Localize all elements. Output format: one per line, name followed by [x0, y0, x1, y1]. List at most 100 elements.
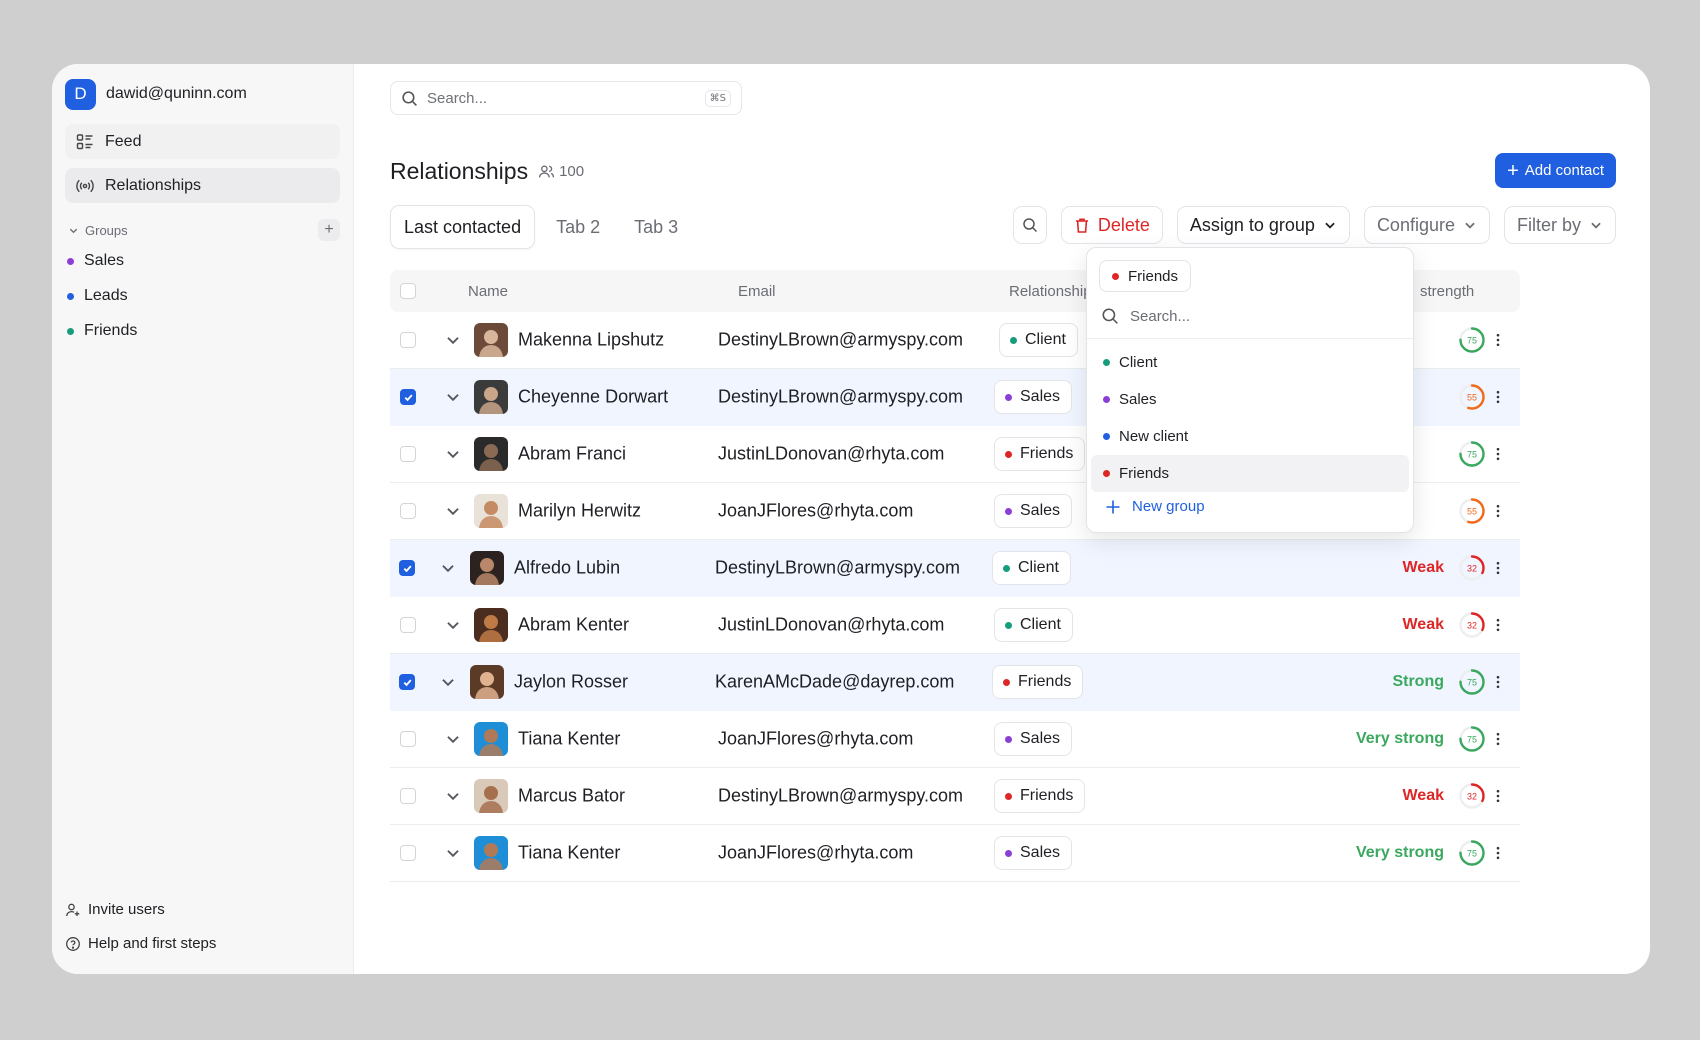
- table-row[interactable]: Jaylon Rosser KarenAMcDade@dayrep.com Fr…: [390, 654, 1520, 711]
- expand-row-icon[interactable]: [439, 673, 457, 691]
- table-row[interactable]: Tiana Kenter JoanJFlores@rhyta.com Sales…: [390, 825, 1520, 882]
- row-checkbox[interactable]: [400, 332, 416, 348]
- row-checkbox[interactable]: [400, 446, 416, 462]
- chevron-down-icon: [69, 228, 78, 233]
- column-header-relationship[interactable]: Relationship: [1009, 283, 1092, 300]
- users-icon: [538, 165, 555, 178]
- expand-row-icon[interactable]: [444, 445, 462, 463]
- contact-name[interactable]: Cheyenne Dorwart: [518, 387, 668, 408]
- more-options-icon[interactable]: [1490, 560, 1506, 576]
- row-checkbox[interactable]: [400, 731, 416, 747]
- account-switcher[interactable]: D dawid@quninn.com: [65, 78, 340, 110]
- relationship-badge[interactable]: Client: [992, 551, 1071, 585]
- contact-name[interactable]: Alfredo Lubin: [514, 558, 620, 579]
- help-link[interactable]: Help and first steps: [65, 935, 216, 952]
- contact-name[interactable]: Marilyn Herwitz: [518, 501, 641, 522]
- relationship-badge[interactable]: Client: [994, 608, 1073, 642]
- group-option-label: New client: [1119, 428, 1189, 445]
- table-search-button[interactable]: [1012, 206, 1047, 244]
- more-options-icon[interactable]: [1490, 788, 1506, 804]
- tab-2[interactable]: Tab 2: [543, 205, 613, 249]
- row-checkbox[interactable]: [399, 674, 415, 690]
- select-all-checkbox[interactable]: [400, 283, 416, 299]
- groups-toggle[interactable]: Groups: [68, 223, 128, 238]
- group-option-sales[interactable]: Sales: [1091, 381, 1409, 418]
- row-checkbox[interactable]: [400, 617, 416, 633]
- expand-row-icon[interactable]: [444, 388, 462, 406]
- more-options-icon[interactable]: [1490, 845, 1506, 861]
- sidebar-group-friends[interactable]: Friends: [67, 321, 340, 341]
- table-row[interactable]: Abram Kenter JustinLDonovan@rhyta.com Cl…: [390, 597, 1520, 654]
- more-options-icon[interactable]: [1490, 731, 1506, 747]
- contact-name[interactable]: Jaylon Rosser: [514, 672, 628, 693]
- contact-name[interactable]: Tiana Kenter: [518, 729, 620, 750]
- add-group-button[interactable]: +: [318, 219, 340, 241]
- table-row[interactable]: Marcus Bator DestinyLBrown@armyspy.com F…: [390, 768, 1520, 825]
- sidebar-group-sales[interactable]: Sales: [67, 251, 340, 271]
- sidebar-footer: Invite users Help and first steps: [65, 901, 216, 952]
- relationship-badge[interactable]: Client: [999, 323, 1078, 357]
- strength-gauge: 75: [1459, 327, 1485, 353]
- add-contact-button[interactable]: + Add contact: [1495, 153, 1616, 188]
- strength-gauge: 75: [1459, 726, 1485, 752]
- more-options-icon[interactable]: [1490, 617, 1506, 633]
- contact-name[interactable]: Marcus Bator: [518, 786, 625, 807]
- row-checkbox[interactable]: [400, 503, 416, 519]
- more-options-icon[interactable]: [1490, 503, 1506, 519]
- relationship-badge[interactable]: Friends: [994, 779, 1086, 813]
- assign-to-group-button[interactable]: Assign to group: [1176, 206, 1350, 244]
- global-search[interactable]: Search... ⌘S: [390, 81, 742, 115]
- expand-row-icon[interactable]: [444, 502, 462, 520]
- group-label: Friends: [84, 322, 138, 339]
- column-header-name[interactable]: Name: [468, 283, 508, 300]
- expand-row-icon[interactable]: [444, 616, 462, 634]
- row-checkbox[interactable]: [400, 389, 416, 405]
- expand-row-icon[interactable]: [444, 844, 462, 862]
- group-option-new-client[interactable]: New client: [1091, 418, 1409, 455]
- expand-row-icon[interactable]: [439, 559, 457, 577]
- search-input[interactable]: Search...: [427, 90, 696, 107]
- sidebar-item-relationships[interactable]: Relationships: [65, 168, 340, 203]
- group-color-dot: [1005, 792, 1012, 800]
- relationship-badge[interactable]: Sales: [994, 722, 1073, 756]
- expand-row-icon[interactable]: [444, 730, 462, 748]
- contact-name[interactable]: Abram Franci: [518, 444, 626, 465]
- delete-button[interactable]: Delete: [1060, 206, 1163, 244]
- expand-row-icon[interactable]: [444, 331, 462, 349]
- relationship-badge[interactable]: Friends: [994, 437, 1086, 471]
- invite-users-link[interactable]: Invite users: [65, 901, 216, 918]
- configure-button[interactable]: Configure: [1363, 206, 1490, 244]
- more-options-icon[interactable]: [1490, 674, 1506, 690]
- table-row[interactable]: Alfredo Lubin DestinyLBrown@armyspy.com …: [390, 540, 1520, 597]
- row-checkbox[interactable]: [400, 788, 416, 804]
- column-header-strength[interactable]: strength: [1420, 283, 1474, 300]
- expand-row-icon[interactable]: [444, 787, 462, 805]
- avatar: [474, 779, 508, 813]
- tab-3[interactable]: Tab 3: [621, 205, 691, 249]
- sidebar-item-feed[interactable]: Feed: [65, 124, 340, 159]
- relationship-badge[interactable]: Sales: [994, 380, 1073, 414]
- contact-name[interactable]: Abram Kenter: [518, 615, 629, 636]
- relationship-badge[interactable]: Sales: [994, 836, 1073, 870]
- relationship-badge[interactable]: Friends: [992, 665, 1084, 699]
- new-group-button[interactable]: New group: [1105, 498, 1205, 515]
- table-row[interactable]: Tiana Kenter JoanJFlores@rhyta.com Sales…: [390, 711, 1520, 768]
- footer-item-label: Invite users: [88, 901, 165, 918]
- group-option-friends[interactable]: Friends: [1091, 455, 1409, 492]
- sidebar-group-leads[interactable]: Leads: [67, 286, 340, 306]
- tab-last-contacted[interactable]: Last contacted: [390, 205, 536, 249]
- sidebar: D dawid@quninn.com Feed Relationships Gr…: [52, 64, 354, 974]
- more-options-icon[interactable]: [1490, 446, 1506, 462]
- group-search-input[interactable]: Search...: [1101, 304, 1401, 328]
- contact-name[interactable]: Tiana Kenter: [518, 843, 620, 864]
- more-options-icon[interactable]: [1490, 389, 1506, 405]
- group-option-client[interactable]: Client: [1091, 344, 1409, 381]
- selected-group-chip[interactable]: Friends: [1099, 260, 1192, 292]
- column-header-email[interactable]: Email: [738, 283, 776, 300]
- more-options-icon[interactable]: [1490, 332, 1506, 348]
- filter-by-button[interactable]: Filter by: [1503, 206, 1616, 244]
- row-checkbox[interactable]: [399, 560, 415, 576]
- relationship-badge[interactable]: Sales: [994, 494, 1073, 528]
- row-checkbox[interactable]: [400, 845, 416, 861]
- contact-name[interactable]: Makenna Lipshutz: [518, 330, 664, 351]
